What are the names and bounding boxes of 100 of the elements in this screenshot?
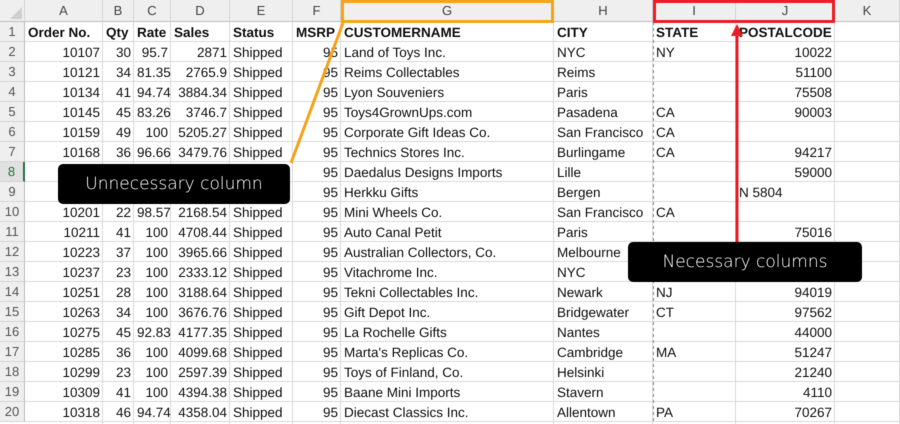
row-number[interactable]: 17	[0, 342, 25, 362]
row-number[interactable]: 14	[0, 282, 25, 302]
row-number[interactable]: 10	[0, 202, 25, 222]
table-cell: 95	[322, 344, 338, 360]
row-number[interactable]: 7	[0, 142, 25, 162]
row-number[interactable]: 1	[0, 22, 25, 42]
table-cell: Shipped	[233, 104, 283, 120]
table-cell: 100	[145, 344, 168, 360]
row-number[interactable]: 16	[0, 322, 25, 342]
table-cell: 4177.35	[178, 324, 227, 340]
row-number[interactable]: 12	[0, 242, 25, 262]
table-cell: 100	[145, 124, 168, 140]
table-cell: 2765.9	[186, 64, 227, 80]
table-cell: 2597.39	[178, 364, 227, 380]
table-cell: 45	[116, 324, 131, 340]
table-cell: Paris	[557, 84, 588, 100]
table-cell: Australian Collectors, Co.	[344, 244, 496, 260]
table-cell: 95	[322, 124, 338, 140]
table-cell: Toys of Finland, Co.	[344, 364, 464, 380]
table-cell: Shipped	[233, 84, 283, 100]
table-cell: 95	[322, 264, 338, 280]
table-cell: 4099.68	[178, 344, 227, 360]
table-cell: 49	[116, 124, 131, 140]
table-cell: 81.35	[137, 64, 171, 80]
table-cell: 4358.04	[178, 404, 227, 420]
table-cell: Newark	[557, 284, 603, 300]
row-number[interactable]: 9	[0, 182, 25, 202]
column-header[interactable]: A	[25, 0, 103, 22]
row-number[interactable]: 15	[0, 302, 25, 322]
table-cell: Helsinki	[557, 364, 604, 380]
row-number[interactable]: 4	[0, 82, 25, 102]
select-all-icon[interactable]	[10, 7, 22, 19]
table-cell: Burlingame	[557, 144, 626, 160]
table-cell: 95	[322, 304, 338, 320]
table-cell: Shipped	[233, 364, 283, 380]
table-cell: 10223	[62, 244, 100, 260]
column-header[interactable]: F	[293, 0, 341, 22]
table-cell: Shipped	[233, 264, 283, 280]
column-header[interactable]: B	[103, 0, 134, 22]
table-cell: 10107	[62, 44, 100, 60]
table-cell: 37	[116, 244, 131, 260]
table-cell: Auto Canal Petit	[344, 224, 442, 240]
row-number[interactable]: 19	[0, 382, 25, 402]
table-cell: Shipped	[233, 404, 283, 420]
column-header[interactable]: H	[554, 0, 653, 22]
table-cell: 75508	[794, 84, 832, 100]
callout-label: Necessary columns	[628, 242, 862, 282]
table-cell: Rate	[137, 24, 166, 40]
table-cell: 10168	[62, 144, 100, 160]
table-cell: Paris	[557, 224, 588, 240]
table-cell: NYC	[557, 264, 586, 280]
column-header[interactable]: C	[134, 0, 171, 22]
table-cell: Shipped	[233, 144, 283, 160]
table-cell: Pasadena	[557, 104, 618, 120]
table-cell: 34	[116, 64, 131, 80]
table-cell: Shipped	[233, 304, 283, 320]
table-cell: NY	[656, 44, 675, 60]
table-cell: CUSTOMERNAME	[344, 24, 461, 40]
row-number[interactable]: 2	[0, 42, 25, 62]
table-cell: 95	[322, 164, 338, 180]
row-number[interactable]: 5	[0, 102, 25, 122]
table-cell: 59000	[794, 164, 832, 180]
row-number[interactable]: 20	[0, 402, 25, 422]
row-number[interactable]: 11	[0, 222, 25, 242]
table-cell: Bridgewater	[557, 304, 630, 320]
table-cell: 95	[322, 364, 338, 380]
row-number[interactable]: 6	[0, 122, 25, 142]
table-cell: 2333.12	[178, 264, 227, 280]
table-cell: Qty	[106, 24, 129, 40]
table-cell: 95	[322, 184, 338, 200]
table-cell: Vitachrome Inc.	[344, 264, 438, 280]
table-cell: 10299	[62, 364, 100, 380]
table-cell: 83.26	[137, 104, 171, 120]
row-number[interactable]: 3	[0, 62, 25, 82]
table-cell: 95	[322, 244, 338, 260]
table-cell: Bergen	[557, 184, 601, 200]
table-cell: 5205.27	[178, 124, 227, 140]
table-cell: 95	[322, 324, 338, 340]
row-number[interactable]: 18	[0, 362, 25, 382]
table-cell: Reims	[557, 64, 596, 80]
table-cell: 94217	[794, 144, 832, 160]
column-header[interactable]: K	[835, 0, 900, 22]
table-cell: 2168.54	[178, 204, 227, 220]
column-header[interactable]: D	[171, 0, 230, 22]
table-cell: N 5804	[739, 184, 783, 200]
table-cell: 90003	[794, 104, 832, 120]
row-number[interactable]: 8	[0, 162, 25, 182]
table-cell: Tekni Collectables Inc.	[344, 284, 478, 300]
table-cell: 34	[116, 304, 131, 320]
table-cell: 30	[116, 44, 131, 60]
table-cell: 10309	[62, 384, 100, 400]
table-cell: 51247	[794, 344, 832, 360]
table-cell: 95	[322, 404, 338, 420]
table-cell: 36	[116, 144, 131, 160]
column-header[interactable]: E	[230, 0, 293, 22]
row-number[interactable]: 13	[0, 262, 25, 282]
table-cell: 100	[145, 264, 168, 280]
table-cell: Reims Collectables	[344, 64, 460, 80]
table-cell: 100	[145, 244, 168, 260]
table-cell: 96.66	[137, 144, 171, 160]
